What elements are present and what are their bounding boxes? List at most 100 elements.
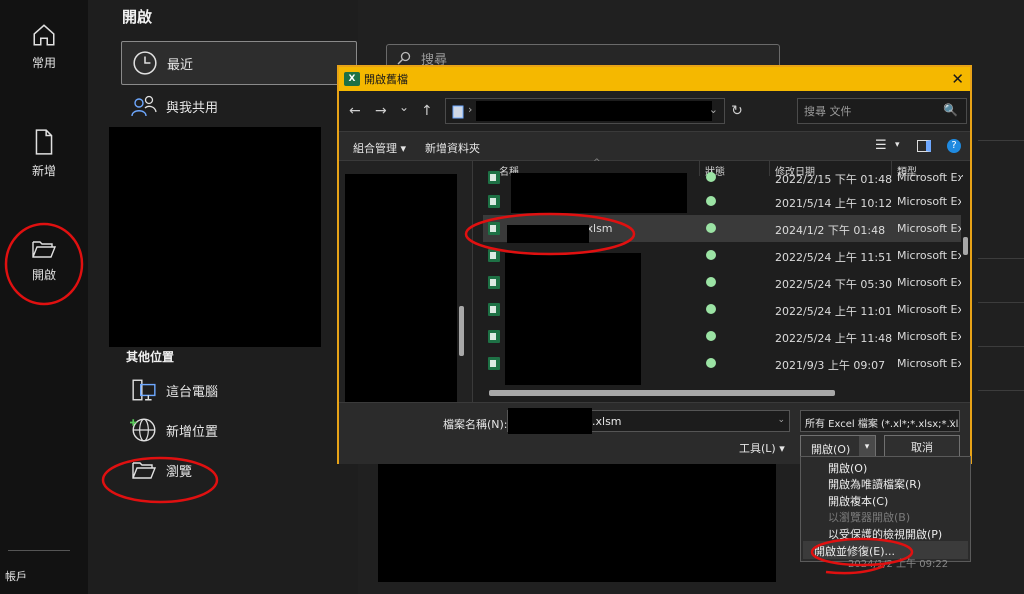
back-icon[interactable]: ←: [349, 103, 361, 119]
nav-item-browse[interactable]: 瀏覽: [121, 448, 357, 492]
rail-item-home[interactable]: 常用: [0, 22, 88, 71]
left-rail: 常用 新增 開啟 帳戶: [0, 0, 88, 594]
row-modified: 2021/9/3 上午 09:07: [775, 359, 886, 372]
row-type: Microsoft Excel: [897, 171, 963, 184]
sync-ok-icon: [706, 331, 716, 341]
partial-date-text: 2024/1/2 上午 09:22: [848, 559, 949, 570]
rail-item-new[interactable]: 新增: [0, 128, 88, 179]
row-type: Microsoft Excel: [897, 195, 963, 208]
dialog-title: 開啟舊檔: [364, 73, 408, 86]
filename-label: 檔案名稱(N):: [443, 418, 508, 431]
redacted-filename: [511, 173, 687, 213]
recent-locations-icon[interactable]: ⌄: [399, 100, 409, 114]
view-options-icon[interactable]: ☰: [875, 138, 887, 153]
rail-item-open[interactable]: 開啟: [0, 238, 88, 283]
redacted-filename: [505, 253, 641, 385]
redacted-filename: [508, 408, 592, 434]
file-list-vscroll[interactable]: [961, 177, 970, 402]
sync-ok-icon: [706, 277, 716, 287]
row-modified: 2024/1/2 下午 01:48: [775, 224, 886, 237]
open-dropdown-toggle[interactable]: ▾: [859, 436, 875, 458]
row-type: Microsoft Excel: [897, 222, 963, 235]
path-separator: ›: [468, 103, 473, 116]
row-type: Microsoft Excel: [897, 357, 963, 370]
tools-button[interactable]: 工具(L) ▾: [739, 440, 785, 456]
organize-button[interactable]: 組合管理 ▾: [353, 140, 406, 156]
filename-field[interactable]: .xlsm ⌄: [507, 408, 790, 434]
divider: [978, 258, 1024, 259]
menu-item-open-readonly[interactable]: 開啟為唯讀檔案(R): [828, 476, 921, 492]
address-bar[interactable]: › ⌄: [445, 98, 725, 124]
up-icon[interactable]: ↑: [421, 103, 433, 119]
chevron-down-icon[interactable]: ⌄: [709, 103, 718, 116]
rail-item-new-label: 新增: [31, 164, 56, 178]
excel-file-icon: [488, 276, 500, 289]
divider: [978, 346, 1024, 347]
file-list: 名稱 ^ 狀態 修改日期 類型 2022/2/15 下午 01:48 Micro…: [473, 158, 970, 402]
nav-item-shared[interactable]: 與我共用: [121, 84, 357, 128]
globe-add-icon: [129, 418, 155, 442]
rail-item-open-label: 開啟: [31, 268, 56, 282]
row-modified: 2021/5/14 上午 10:12: [775, 197, 893, 210]
menu-item-open[interactable]: 開啟(O): [828, 460, 867, 476]
divider: [978, 390, 1024, 391]
dialog-navbar: ← → ⌄ ↑ › ⌄ ↻ 搜尋 文件 🔍: [339, 91, 970, 131]
nav-item-this-pc[interactable]: 這台電腦: [121, 368, 357, 412]
scroll-thumb[interactable]: [963, 237, 968, 255]
sync-ok-icon: [706, 223, 716, 233]
excel-file-icon: [488, 249, 500, 262]
view-options-dropdown[interactable]: ▾: [895, 140, 900, 150]
search-icon: [397, 51, 411, 65]
account-link[interactable]: 帳戶: [0, 568, 60, 584]
chevron-down-icon[interactable]: ⌄: [777, 415, 785, 425]
file-search-input[interactable]: 搜尋 文件 🔍: [797, 98, 967, 124]
redacted-region: [109, 127, 321, 347]
new-folder-button[interactable]: 新增資料夾: [425, 140, 480, 156]
redacted-path: [476, 101, 712, 121]
row-modified: 2022/5/24 上午 11:48: [775, 332, 893, 345]
filetype-select[interactable]: 所有 Excel 檔案 (*.xl*;*.xlsx;*.xls ⌄: [800, 410, 960, 432]
nav-item-recent[interactable]: 最近: [121, 41, 357, 85]
forward-icon[interactable]: →: [375, 103, 387, 119]
menu-item-open-copy[interactable]: 開啟複本(C): [828, 493, 888, 509]
sync-ok-icon: [706, 304, 716, 314]
file-search-placeholder: 搜尋 文件: [804, 105, 852, 118]
redacted-filename: [507, 225, 589, 243]
menu-item-open-protected[interactable]: 以受保護的檢視開啟(P): [828, 526, 942, 542]
search-icon: 🔍: [943, 103, 958, 117]
excel-file-icon: [488, 330, 500, 343]
navigation-pane[interactable]: [339, 161, 473, 402]
navigation-pane-scrollbar[interactable]: [459, 306, 464, 356]
dialog-footer: 檔案名稱(N): .xlsm ⌄ 所有 Excel 檔案 (*.xl*;*.xl…: [339, 402, 970, 464]
rail-divider: [8, 550, 70, 551]
open-folder-icon: [131, 462, 156, 479]
preview-pane-icon[interactable]: [917, 140, 931, 152]
divider: [978, 140, 1024, 141]
dialog-titlebar: X 開啟舊檔 ✕: [339, 67, 970, 91]
nav-item-browse-label: 瀏覽: [166, 464, 193, 480]
redacted-region: [345, 174, 457, 402]
row-type: Microsoft Excel: [897, 276, 963, 289]
nav-item-add-place[interactable]: 新增位置: [121, 408, 357, 452]
excel-file-icon: [488, 171, 500, 184]
close-button[interactable]: ✕: [951, 70, 964, 88]
new-file-icon: [35, 129, 53, 155]
excel-file-icon: [488, 357, 500, 370]
home-icon: [33, 24, 55, 46]
clock-icon: [132, 51, 157, 75]
nav-item-shared-label: 與我共用: [166, 100, 219, 116]
help-icon[interactable]: ?: [947, 139, 961, 153]
excel-file-icon: [488, 303, 500, 316]
document-icon: [452, 105, 464, 119]
refresh-icon[interactable]: ↻: [727, 98, 747, 124]
file-list-hscroll[interactable]: [489, 390, 835, 396]
row-type: Microsoft Excel: [897, 303, 963, 316]
dialog-toolbar: 組合管理 ▾ 新增資料夾 ☰ ▾ ?: [339, 131, 970, 161]
computer-icon: [131, 379, 156, 401]
people-icon: [130, 95, 157, 117]
filetype-value: 所有 Excel 檔案 (*.xl*;*.xlsx;*.xls: [805, 419, 960, 430]
excel-icon: X: [344, 72, 360, 86]
row-modified: 2022/2/15 下午 01:48: [775, 173, 893, 186]
excel-file-icon: [488, 195, 500, 208]
excel-file-icon: [488, 222, 500, 235]
